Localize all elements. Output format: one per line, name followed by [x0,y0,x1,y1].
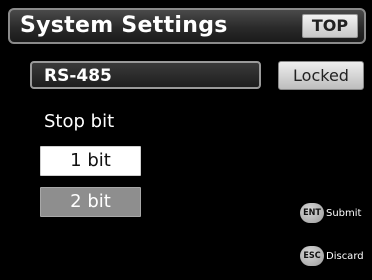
discard-hint[interactable]: ESC Discard [300,245,364,267]
locked-button[interactable]: Locked [278,61,364,90]
option-2-bit[interactable]: 2 bit [40,187,141,217]
protocol-field: RS-485 [30,61,261,89]
option-1-bit[interactable]: 1 bit [40,146,141,176]
discard-label: Discard [326,250,364,262]
esc-key-icon: ESC [300,246,324,266]
ent-key-icon: ENT [300,203,324,223]
submit-label: Submit [326,207,362,219]
top-button[interactable]: TOP [302,14,358,38]
protocol-label: RS-485 [44,66,112,86]
header-bar: System Settings TOP [8,8,366,44]
system-settings-screen: System Settings TOP RS-485 Locked Stop b… [0,0,372,280]
submit-hint[interactable]: ENT Submit [300,202,361,224]
stop-bit-label: Stop bit [44,111,115,132]
page-title: System Settings [20,13,228,38]
